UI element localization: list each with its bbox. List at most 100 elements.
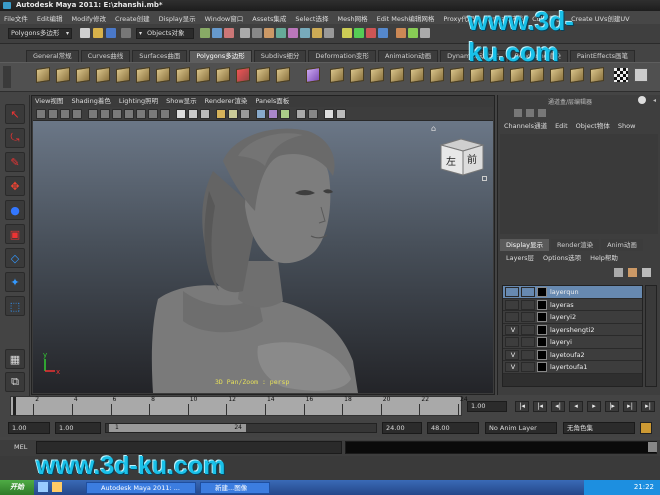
layout-outliner-icon[interactable]: ⧉ (5, 372, 25, 392)
panel-menu-show[interactable]: Show显示 (166, 96, 197, 107)
mask-surfaces-icon[interactable] (276, 28, 286, 38)
step-back-key-button[interactable]: |◂ (533, 401, 547, 412)
soft-modification-icon[interactable]: ✦ (5, 272, 25, 292)
poly-cylinder-icon[interactable] (76, 67, 90, 83)
scale-tool-icon[interactable]: ▣ (5, 224, 25, 244)
viewcube[interactable]: 左 前 (437, 135, 487, 179)
layer-color-swatch[interactable] (537, 287, 547, 297)
quick-launch-folder-icon[interactable] (52, 482, 62, 492)
layer-row[interactable]: layerqun (503, 286, 642, 299)
shelf-menu-icon[interactable] (3, 66, 11, 88)
anim-layer-dropdown[interactable]: No Anim Layer (485, 422, 557, 434)
select-camera-icon[interactable] (36, 109, 46, 119)
shelf-tab-curves[interactable]: Curves曲线 (80, 50, 131, 62)
viewcube-left-face[interactable]: 左 (446, 155, 456, 168)
insert-edge-loop-icon[interactable] (390, 67, 404, 83)
xray-icon[interactable] (256, 109, 266, 119)
animation-end-field[interactable]: 48.00 (427, 422, 479, 434)
wireframe-icon[interactable] (176, 109, 186, 119)
delete-edge-icon[interactable] (450, 67, 464, 83)
character-set-dropdown[interactable]: 无角色集 (563, 422, 635, 434)
snap-grid-icon[interactable] (342, 28, 352, 38)
layer-visibility-toggle[interactable] (505, 337, 519, 347)
range-slider[interactable]: 1 24 (105, 423, 377, 433)
frame-all-icon[interactable] (324, 109, 334, 119)
triangulate-icon[interactable] (470, 67, 484, 83)
quick-launch-icon[interactable] (38, 482, 48, 492)
menu-edit[interactable]: Edit编辑 (37, 13, 63, 23)
layer-options-icon[interactable] (642, 268, 651, 277)
play-forwards-button[interactable]: ▸ (587, 401, 601, 412)
viewcube-menu-icon[interactable] (482, 176, 487, 181)
shelf-tab-subdivs[interactable]: Subdivs细分 (253, 50, 307, 62)
bridge-icon[interactable] (330, 67, 344, 83)
planar-mapping-icon[interactable] (570, 67, 584, 83)
script-editor-icon[interactable] (648, 442, 657, 452)
shadows-icon[interactable] (240, 109, 250, 119)
checker-texture-icon[interactable] (614, 68, 628, 82)
field-chart-icon[interactable] (136, 109, 146, 119)
bevel-icon[interactable] (410, 67, 424, 83)
layout-single-icon[interactable]: ▦ (5, 349, 25, 369)
options-menu[interactable]: Options选项 (543, 252, 581, 264)
menu-window[interactable]: Window窗口 (205, 13, 244, 23)
start-button[interactable]: 开始 (0, 480, 34, 495)
menu-create[interactable]: Create创建 (115, 13, 150, 23)
layer-list-scrollbar[interactable] (645, 285, 657, 387)
tab-display-layers[interactable]: Display显示 (500, 239, 549, 251)
rotate-tool-icon[interactable]: ● (5, 200, 25, 220)
select-mode-icon[interactable] (121, 28, 131, 38)
layer-display-type-toggle[interactable] (521, 324, 535, 335)
object-mode-field[interactable]: Objects对象 (136, 28, 194, 39)
layer-color-swatch[interactable] (537, 324, 547, 335)
append-polygon-icon[interactable] (350, 67, 364, 83)
step-forward-frame-button[interactable]: |▸ (605, 401, 619, 412)
object-menu[interactable]: Object物体 (576, 120, 610, 133)
shelf-tab-animation[interactable]: Animation动画 (377, 50, 439, 62)
attribute-editor-icon[interactable] (526, 109, 534, 117)
bookmark-icon[interactable] (60, 109, 70, 119)
image-plane-icon[interactable] (72, 109, 82, 119)
go-to-end-button[interactable]: ▸| (641, 401, 655, 412)
isolate-select-icon[interactable] (296, 109, 306, 119)
help-menu[interactable]: Help帮助 (590, 252, 618, 264)
textured-icon[interactable] (216, 109, 226, 119)
new-layer-icon[interactable] (614, 268, 623, 277)
automatic-mapping-icon[interactable] (590, 67, 604, 83)
smooth-shade-icon[interactable] (188, 109, 198, 119)
poly-plane-icon[interactable] (116, 67, 130, 83)
layers-menu[interactable]: Layers层 (506, 252, 534, 264)
mask-rendering-icon[interactable] (312, 28, 322, 38)
tab-render-layers[interactable]: Render渲染 (550, 239, 600, 251)
snap-curve-icon[interactable] (354, 28, 364, 38)
step-back-frame-button[interactable]: ◂| (551, 401, 565, 412)
resolution-gate-icon[interactable] (112, 109, 122, 119)
help-icon[interactable] (638, 96, 646, 104)
layer-row[interactable]: V layetoufa2 (503, 348, 642, 361)
layer-display-type-toggle[interactable] (521, 299, 535, 310)
layer-display-type-toggle[interactable] (521, 287, 535, 297)
step-forward-key-button[interactable]: ▸| (623, 401, 637, 412)
universal-manipulator-icon[interactable]: ◇ (5, 248, 25, 268)
perspective-viewport[interactable]: y x (33, 121, 493, 393)
use-all-lights-icon[interactable] (228, 109, 238, 119)
layer-visibility-toggle[interactable] (505, 312, 519, 322)
render-current-frame-icon[interactable] (396, 28, 406, 38)
playback-start-field[interactable]: 1.00 (55, 422, 101, 434)
poly-cube-icon[interactable] (56, 67, 70, 83)
layer-visibility-toggle[interactable] (505, 287, 519, 297)
shelf-tab-surfaces[interactable]: Surfaces曲面 (132, 50, 188, 62)
auto-key-icon[interactable] (640, 422, 652, 434)
menu-mesh[interactable]: Mesh网格 (337, 13, 367, 23)
poly-sphere-icon[interactable] (36, 67, 50, 83)
menu-edit-mesh[interactable]: Edit Mesh编辑网格 (377, 13, 435, 23)
show-menu[interactable]: Show (618, 120, 636, 133)
menu-file[interactable]: File文件 (4, 13, 28, 23)
home-icon[interactable]: ⌂ (431, 125, 440, 133)
mask-curves-icon[interactable] (264, 28, 274, 38)
merge-icon[interactable] (430, 67, 444, 83)
layer-color-swatch[interactable] (537, 299, 547, 310)
animation-start-field[interactable]: 1.00 (8, 422, 50, 434)
panel-menu-shading[interactable]: Shading着色 (71, 96, 110, 107)
camera-attributes-icon[interactable] (48, 109, 58, 119)
